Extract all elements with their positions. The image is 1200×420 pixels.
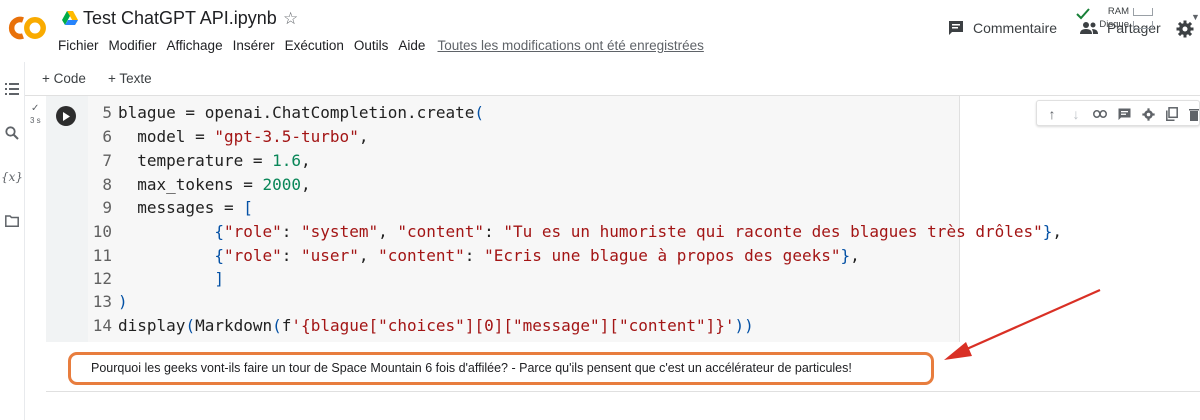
code-line: 12 ] bbox=[92, 269, 224, 288]
comment-label: Commentaire bbox=[973, 20, 1058, 36]
code-line: 9 messages = [ bbox=[102, 198, 253, 217]
code-line: 13) bbox=[92, 292, 128, 311]
notebook-title[interactable]: Test ChatGPT API.ipynb bbox=[83, 8, 277, 29]
delete-icon[interactable] bbox=[1185, 105, 1200, 123]
code-editor[interactable]: 5 blague = openai.ChatCompletion.create( … bbox=[88, 96, 1062, 342]
search-icon[interactable] bbox=[3, 124, 21, 142]
save-status-link[interactable]: Toutes les modifications ont été enregis… bbox=[437, 38, 703, 53]
resources-indicator[interactable]: RAM Disque bbox=[1095, 5, 1153, 31]
menu-bar: Fichier Modifier Affichage Insérer Exécu… bbox=[58, 38, 704, 53]
connected-check-icon bbox=[1076, 8, 1090, 20]
arrow-down-icon[interactable]: ↓ bbox=[1067, 105, 1085, 123]
disk-label: Disque bbox=[1099, 19, 1129, 30]
cell-toolbar: ↑ ↓ bbox=[1036, 100, 1200, 126]
chevron-down-icon[interactable]: ▼ bbox=[1191, 12, 1200, 22]
menu-tools[interactable]: Outils bbox=[354, 38, 389, 53]
cell-gutter bbox=[46, 96, 88, 342]
code-line: 8 max_tokens = 2000, bbox=[102, 175, 311, 194]
code-line: 5 blague = openai.ChatCompletion.create( bbox=[102, 103, 485, 122]
menu-icon[interactable] bbox=[3, 80, 21, 98]
executed-check-icon: ✓ bbox=[31, 103, 40, 114]
run-cell-button[interactable] bbox=[56, 106, 76, 126]
menu-file[interactable]: Fichier bbox=[58, 38, 99, 53]
menu-edit[interactable]: Modifier bbox=[109, 38, 157, 53]
notebook-toolbar: + Code + Texte bbox=[25, 62, 1200, 96]
disk-bar bbox=[1133, 20, 1153, 29]
settings-icon[interactable] bbox=[1139, 105, 1157, 123]
comment-icon[interactable] bbox=[1115, 105, 1133, 123]
execution-time: 3 s bbox=[30, 116, 41, 125]
comment-button[interactable]: Commentaire bbox=[948, 20, 1057, 36]
code-line: 14 display(Markdown(f'{blague["choices"][… bbox=[92, 316, 754, 335]
app-header: Test ChatGPT API.ipynb ☆ Fichier Modifie… bbox=[0, 0, 1200, 62]
ram-label: RAM bbox=[1107, 6, 1129, 17]
colab-logo[interactable] bbox=[6, 13, 48, 43]
ram-bar bbox=[1133, 7, 1153, 16]
menu-view[interactable]: Affichage bbox=[167, 38, 223, 53]
arrow-up-icon[interactable]: ↑ bbox=[1043, 105, 1061, 123]
menu-insert[interactable]: Insérer bbox=[233, 38, 275, 53]
code-line: 11 {"role": "user", "content": "Ecris un… bbox=[92, 246, 860, 265]
output-text: Pourquoi les geeks vont-ils faire un tou… bbox=[91, 361, 852, 375]
left-rail: {x} bbox=[0, 62, 25, 420]
play-icon bbox=[63, 111, 70, 121]
menu-runtime[interactable]: Exécution bbox=[285, 38, 344, 53]
variables-icon[interactable]: {x} bbox=[1, 168, 23, 186]
comment-icon bbox=[949, 21, 963, 35]
drive-icon bbox=[62, 11, 78, 25]
code-line: 10 {"role": "system", "content": "Tu es … bbox=[92, 222, 1063, 241]
star-icon[interactable]: ☆ bbox=[283, 9, 298, 29]
add-code-button[interactable]: + Code bbox=[42, 71, 86, 86]
code-line: 6 model = "gpt-3.5-turbo", bbox=[102, 127, 369, 146]
code-line: 7 temperature = 1.6, bbox=[102, 151, 311, 170]
link-icon[interactable] bbox=[1091, 105, 1109, 123]
settings-icon[interactable] bbox=[1176, 20, 1194, 38]
menu-help[interactable]: Aide bbox=[398, 38, 425, 53]
mirror-icon[interactable] bbox=[1163, 105, 1181, 123]
folder-icon[interactable] bbox=[3, 212, 21, 230]
add-text-button[interactable]: + Texte bbox=[108, 71, 152, 86]
